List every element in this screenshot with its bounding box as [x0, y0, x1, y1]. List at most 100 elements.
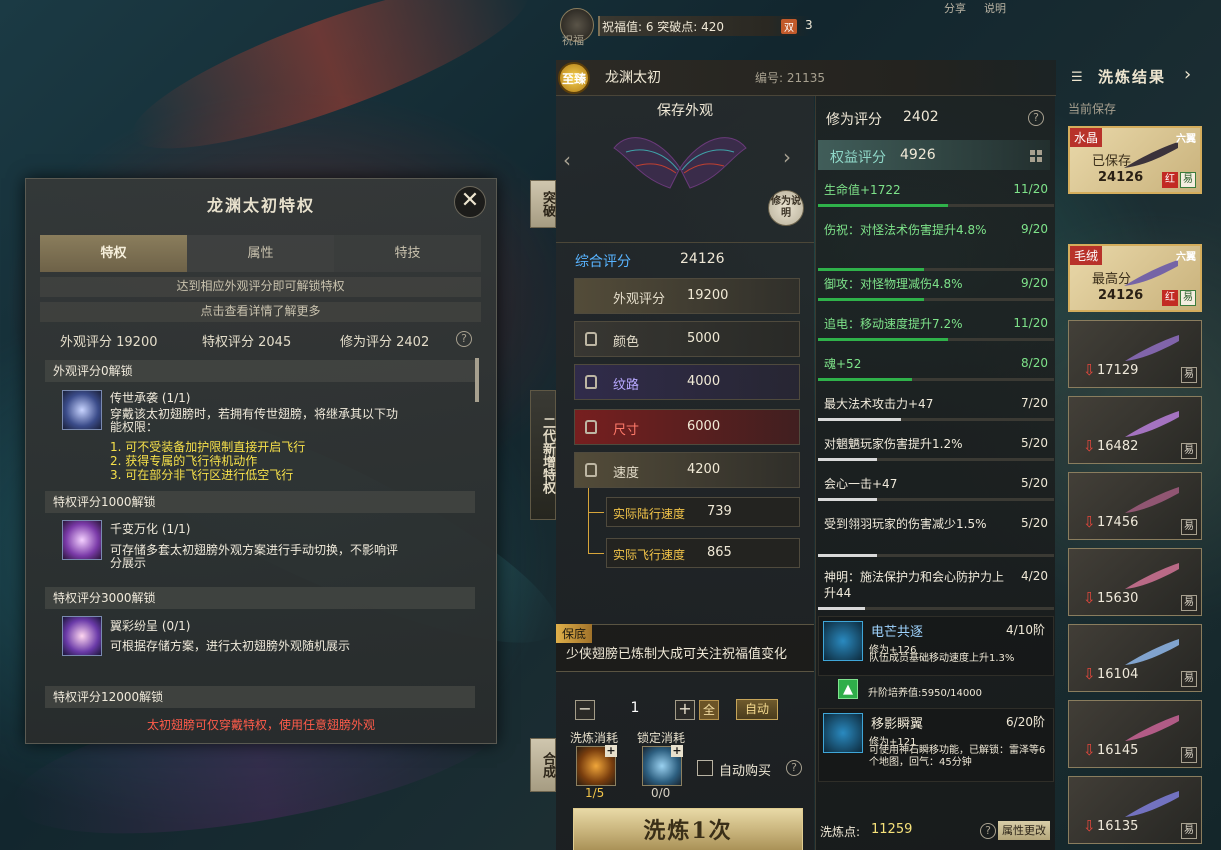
privilege-name: 翼彩纷呈 (0/1) [110, 619, 191, 633]
color-row[interactable]: 颜色 5000 [574, 321, 800, 357]
attribute-count: 7/20 [1021, 396, 1048, 410]
add-icon[interactable]: + [671, 745, 683, 757]
help-icon[interactable]: ? [786, 760, 802, 776]
wing-thumbnail [1125, 791, 1179, 817]
easy-mark-icon: 易 [1181, 519, 1197, 535]
skill-name: 电芒共逐 [871, 625, 924, 640]
speed-label: 速度 [613, 466, 640, 481]
wing-preview-image [613, 137, 747, 189]
lock-icon[interactable] [585, 375, 597, 389]
fly-speed-row: 实际飞行速度 865 [606, 538, 800, 568]
popup-cultivation-score: 修为评分 2402 [340, 335, 430, 350]
popup-note-link[interactable]: 点击查看详情了解更多 [40, 302, 481, 322]
attribute-progress-bar [818, 607, 1054, 610]
auto-buy-checkbox[interactable] [697, 760, 713, 776]
results-title: 洗炼结果 [1098, 68, 1167, 86]
quantity-minus-button[interactable]: − [575, 700, 595, 720]
protect-text: 少侠翅膀已炼制大成可关注祝福值变化 [566, 647, 788, 662]
tab-second-gen-privilege[interactable]: 二代新增特权 [530, 390, 556, 520]
double-badge: 双 [781, 19, 797, 34]
popup-tab-skills[interactable]: 特技 [334, 235, 481, 272]
size-row[interactable]: 尺寸 6000 [574, 409, 800, 445]
down-arrow-icon: ⇩ [1083, 513, 1096, 531]
result-card[interactable]: 水晶 六翼 已保存 24126 红易 [1068, 126, 1202, 194]
attribute-count: 5/20 [1021, 436, 1048, 450]
skill-line: 队伍成员基础移动速度上升1.3% [869, 653, 1015, 664]
close-icon[interactable]: ✕ [454, 186, 486, 218]
result-card[interactable]: ⇩ 16104 易 [1068, 624, 1202, 692]
quantity-input[interactable]: 1 [598, 700, 672, 720]
quantity-all-button[interactable]: 全 [699, 700, 719, 720]
attribute-text: 受到翎羽玩家的伤害减少1.5% [824, 517, 987, 531]
attribute-progress-fill [818, 498, 877, 501]
next-arrow-icon[interactable]: › [783, 145, 791, 169]
land-speed-row: 实际陆行速度 739 [606, 497, 800, 527]
help-icon[interactable]: ? [1028, 110, 1044, 126]
privilege-desc: 可根据存储方案，进行太初翅膀外观随机展示 [110, 639, 351, 653]
prev-arrow-icon[interactable]: ‹ [563, 148, 571, 172]
section-header: 特权评分1000解锁 [45, 491, 475, 513]
result-grade: 六翼 [1176, 134, 1196, 145]
result-score: 17129 [1097, 363, 1139, 378]
help-icon[interactable]: ? [980, 823, 996, 839]
explain-link[interactable]: 说明 [984, 0, 1006, 16]
color-label: 颜色 [613, 335, 640, 350]
look-score-row: 外观评分 19200 [574, 278, 800, 314]
lock-cost-count: 0/0 [651, 786, 671, 800]
result-score: 17456 [1097, 515, 1139, 530]
add-icon[interactable]: + [605, 745, 617, 757]
auto-button[interactable]: 自动 [736, 699, 778, 720]
attribute-progress-fill [818, 298, 925, 301]
quantity-plus-button[interactable]: + [675, 700, 695, 720]
result-card[interactable]: ⇩ 16482 易 [1068, 396, 1202, 464]
refine-button[interactable]: 洗炼1次 [573, 808, 803, 850]
result-tag: 水晶 [1070, 128, 1103, 147]
privilege-desc: 可存储多套太初翅膀外观方案进行手动切换，不影响评分展示 [110, 543, 399, 570]
attribute-progress-bar [818, 378, 1054, 381]
share-link[interactable]: 分享 [944, 0, 966, 16]
skill-card[interactable]: 电芒共逐 4/10阶 修为+126 队伍成员基础移动速度上升1.3% [818, 616, 1054, 676]
lock-icon[interactable] [585, 420, 597, 434]
auto-buy-label: 自动购买 [719, 764, 772, 779]
result-score: 15630 [1097, 591, 1139, 606]
result-card[interactable]: ⇩ 16145 易 [1068, 700, 1202, 768]
tab-merge[interactable]: 合成 [530, 738, 556, 792]
popup-scrollbar[interactable] [475, 358, 479, 402]
help-icon[interactable]: ? [456, 331, 472, 347]
attribute-change-button[interactable]: 属性更改 [998, 821, 1050, 840]
upgrade-arrow-icon[interactable]: ▲ [838, 679, 858, 699]
easy-mark-icon: 易 [1181, 367, 1197, 383]
cultivation-value: 2402 [903, 109, 939, 125]
bless-values: 祝福值: 6 突破点: 420 [602, 20, 725, 34]
cultivation-info-button[interactable]: 修为说明 [768, 190, 804, 226]
result-card[interactable]: ⇩ 17129 易 [1068, 320, 1202, 388]
lock-icon[interactable] [585, 332, 597, 346]
size-value: 6000 [687, 419, 721, 434]
attribute-progress-fill [818, 458, 877, 461]
result-card[interactable]: ⇩ 16135 易 [1068, 776, 1202, 844]
wing-thumbnail [1125, 335, 1179, 361]
result-card[interactable]: ⇩ 17456 易 [1068, 472, 1202, 540]
popup-tab-privilege[interactable]: 特权 [40, 235, 187, 272]
land-speed-label: 实际陆行速度 [613, 507, 686, 521]
refine-cost-count: 1/5 [585, 786, 605, 800]
attribute-text: 魂+52 [824, 357, 862, 371]
tab-breakthrough[interactable]: 突破 [530, 180, 556, 228]
result-card[interactable]: 毛绒 六翼 最高分 24126 红易 [1068, 244, 1202, 312]
attribute-progress-bar [818, 298, 1054, 301]
attribute-row: 受到翎羽玩家的伤害减少1.5% 5/20 [818, 516, 1054, 557]
privilege-point: 2. 获得专属的飞行待机动作 [110, 454, 258, 468]
attribute-count: 8/20 [1021, 356, 1048, 370]
popup-tab-attributes[interactable]: 属性 [187, 235, 334, 272]
grid-icon[interactable] [1030, 150, 1042, 162]
speed-row[interactable]: 速度 4200 [574, 452, 800, 488]
wing-transform-icon [62, 520, 102, 560]
skill-card[interactable]: 移影瞬翼 6/20阶 修为+121 可使用神石瞬移功能，已解锁：雷泽等6个地图，… [818, 708, 1054, 782]
easy-mark-icon: 易 [1181, 443, 1197, 459]
result-card[interactable]: ⇩ 15630 易 [1068, 548, 1202, 616]
wing-thumbnail [1125, 715, 1179, 741]
chevron-right-icon[interactable]: › [1184, 64, 1191, 85]
result-grade: 六翼 [1176, 252, 1196, 263]
pattern-row[interactable]: 纹路 4000 [574, 364, 800, 400]
lock-icon[interactable] [585, 463, 597, 477]
